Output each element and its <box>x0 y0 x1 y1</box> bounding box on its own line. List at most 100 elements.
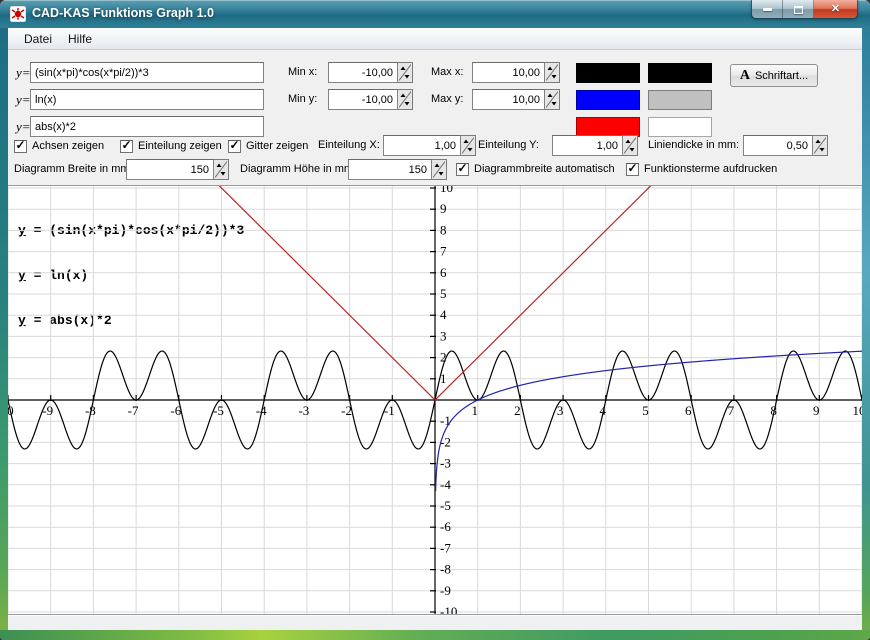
funktionsterme-label: Funktionsterme aufdrucken <box>644 163 777 175</box>
svg-text:-1: -1 <box>384 403 395 418</box>
checkbox-diagrammbreite[interactable]: ✓ Diagrammbreite automatisch <box>456 161 615 177</box>
liniendicke-input[interactable] <box>743 135 813 156</box>
min-x-label: Min x: <box>288 62 317 83</box>
funktionsterme-checkbox-box[interactable]: ✓ <box>626 163 639 176</box>
breite-input[interactable] <box>126 159 214 180</box>
check-icon: ✓ <box>229 139 239 151</box>
hoehe-input[interactable] <box>348 159 432 180</box>
window-title: CAD-KAS Funktions Graph 1.0 <box>32 0 214 28</box>
color-swatch-fn3[interactable] <box>576 117 640 137</box>
font-button[interactable]: A Schriftart... <box>730 64 818 87</box>
svg-text:-7: -7 <box>440 540 451 555</box>
menu-bar: Datei Hilfe <box>8 28 862 50</box>
font-icon: A <box>740 68 750 84</box>
fn2-label: y= <box>16 89 31 110</box>
checkbox-funktionsterme[interactable]: ✓ Funktionsterme aufdrucken <box>626 161 777 177</box>
einteilung-x-label: Einteilung X: <box>318 135 380 156</box>
max-y-spinner[interactable] <box>545 89 560 110</box>
max-x-spinner[interactable] <box>545 62 560 83</box>
svg-text:10: 10 <box>440 186 453 195</box>
breite-spinner[interactable] <box>214 159 229 180</box>
svg-text:3: 3 <box>440 328 447 343</box>
checkbox-einteilung[interactable]: ✓ Einteilung zeigen <box>120 138 222 154</box>
svg-text:-5: -5 <box>213 403 224 418</box>
max-x-input[interactable] <box>472 62 545 83</box>
menu-item-datei[interactable]: Datei <box>16 30 60 48</box>
color-swatch-fn2[interactable] <box>576 90 640 110</box>
svg-text:8: 8 <box>440 222 447 237</box>
svg-text:5: 5 <box>440 286 447 301</box>
min-y-spinner[interactable] <box>398 89 413 110</box>
breite-field <box>126 159 229 180</box>
maximize-button[interactable] <box>783 0 814 19</box>
einteilung-x-field <box>383 135 476 156</box>
check-icon: ✓ <box>15 139 25 151</box>
max-x-field <box>472 62 560 83</box>
min-x-input[interactable] <box>328 62 398 83</box>
minimize-button[interactable] <box>752 0 783 19</box>
color-swatch-fn1[interactable] <box>576 63 640 83</box>
min-y-input[interactable] <box>328 89 398 110</box>
liniendicke-field <box>743 135 828 156</box>
svg-text:9: 9 <box>440 201 447 216</box>
einteilung-x-input[interactable] <box>383 135 461 156</box>
color-swatch-background[interactable] <box>648 117 712 137</box>
max-x-label: Max x: <box>431 62 463 83</box>
svg-text:-8: -8 <box>440 562 451 577</box>
einteilung-y-field <box>552 135 638 156</box>
einteilung-y-spinner[interactable] <box>623 135 638 156</box>
function-input-3[interactable] <box>30 116 264 137</box>
min-x-field <box>328 62 413 83</box>
svg-text:-9: -9 <box>42 403 53 418</box>
function-input-1[interactable] <box>30 62 264 83</box>
einteilung-x-spinner[interactable] <box>461 135 476 156</box>
svg-text:-5: -5 <box>440 498 451 513</box>
svg-text:2: 2 <box>440 350 447 365</box>
color-swatch-grid[interactable] <box>648 90 712 110</box>
svg-text:9: 9 <box>813 403 820 418</box>
einteilung-label: Einteilung zeigen <box>138 140 222 152</box>
check-icon: ✓ <box>627 162 637 174</box>
menu-item-hilfe[interactable]: Hilfe <box>60 30 100 48</box>
close-button[interactable]: ✕ <box>814 0 857 19</box>
gitter-label: Gitter zeigen <box>246 140 308 152</box>
svg-text:-10: -10 <box>440 604 457 614</box>
status-bar <box>8 614 862 630</box>
check-icon: ✓ <box>121 139 131 151</box>
checkbox-gitter[interactable]: ✓ Gitter zeigen <box>228 138 308 154</box>
min-x-spinner[interactable] <box>398 62 413 83</box>
svg-text:-6: -6 <box>440 519 451 534</box>
achsen-checkbox-box[interactable]: ✓ <box>14 140 27 153</box>
fn3-label: y= <box>16 116 31 137</box>
diagrammbreite-label: Diagrammbreite automatisch <box>474 163 615 175</box>
diagrammbreite-checkbox-box[interactable]: ✓ <box>456 163 469 176</box>
svg-text:-9: -9 <box>440 583 451 598</box>
checkbox-achsen[interactable]: ✓ Achsen zeigen <box>14 138 104 154</box>
liniendicke-label: Liniendicke in mm: <box>648 135 739 156</box>
hoehe-label: Diagramm Höhe in mm: <box>240 159 356 180</box>
gitter-checkbox-box[interactable]: ✓ <box>228 140 241 153</box>
hoehe-spinner[interactable] <box>432 159 447 180</box>
max-y-input[interactable] <box>472 89 545 110</box>
einteilung-y-label: Einteilung Y: <box>478 135 539 156</box>
svg-text:7: 7 <box>440 244 447 259</box>
liniendicke-spinner[interactable] <box>813 135 828 156</box>
title-bar[interactable]: CAD-KAS Funktions Graph 1.0 ✕ <box>0 0 870 28</box>
svg-text:-4: -4 <box>440 477 451 492</box>
color-swatch-axes[interactable] <box>648 63 712 83</box>
einteilung-y-input[interactable] <box>552 135 623 156</box>
app-icon <box>10 6 26 22</box>
svg-text:6: 6 <box>685 403 692 418</box>
function-input-2[interactable] <box>30 89 264 110</box>
max-y-label: Max y: <box>431 89 463 110</box>
svg-text:-1: -1 <box>440 413 451 428</box>
client-area: Datei Hilfe y= y= y= Min x: Max x: Min y… <box>8 28 862 630</box>
einteilung-checkbox-box[interactable]: ✓ <box>120 140 133 153</box>
svg-text:-7: -7 <box>128 403 139 418</box>
svg-text:2: 2 <box>514 403 521 418</box>
svg-text:5: 5 <box>642 403 649 418</box>
minimize-icon <box>763 8 772 11</box>
breite-label: Diagramm Breite in mm: <box>14 159 133 180</box>
svg-text:1: 1 <box>471 403 478 418</box>
min-y-label: Min y: <box>288 89 317 110</box>
